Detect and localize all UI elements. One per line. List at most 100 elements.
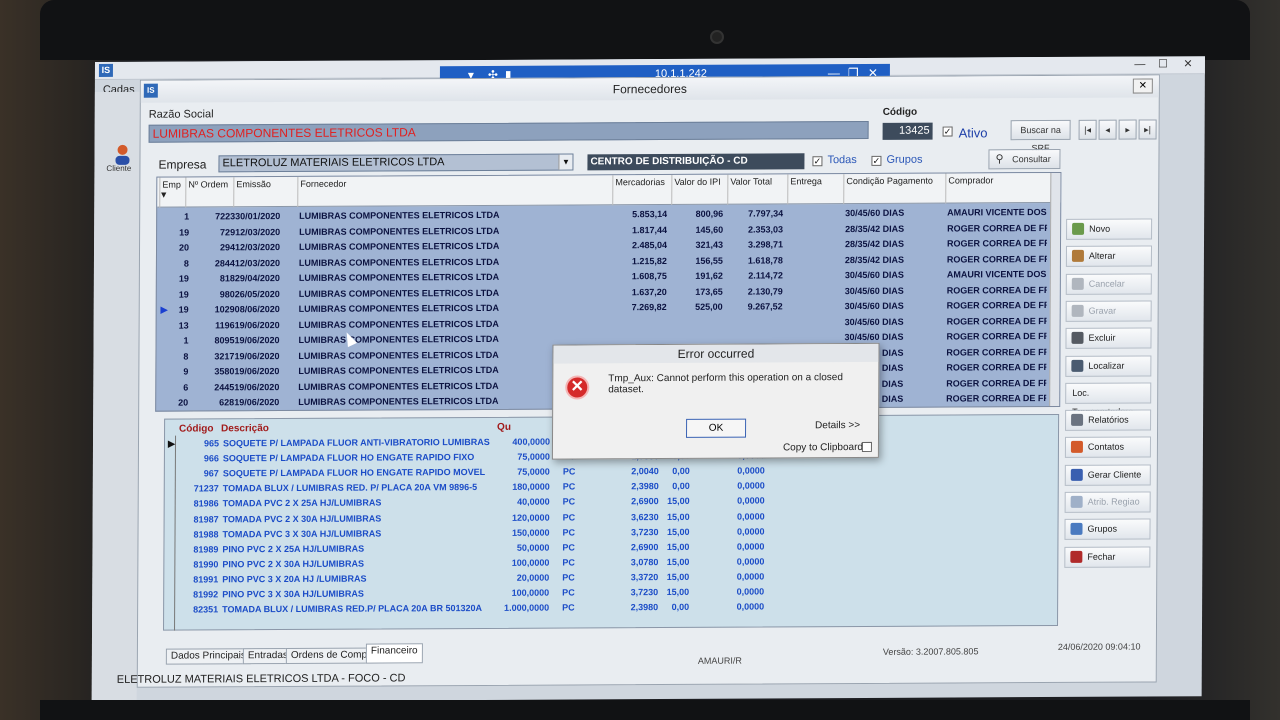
item-qtd: 50,0000	[516, 542, 550, 553]
check-icon	[1070, 495, 1083, 508]
side-button-excluir[interactable]: Excluir	[1065, 327, 1152, 350]
cell-fornecedor: LUMIBRAS COMPONENTES ELETRICOS LTDA	[298, 302, 500, 314]
next-record-icon[interactable]: ▸	[1118, 119, 1137, 140]
cell-merc: 1.817,44	[632, 224, 668, 235]
detail-header-cell[interactable]: Descrição	[221, 423, 269, 434]
cell-cond: 30/45/60 DIAS	[844, 285, 904, 296]
form-titlebar: IS Fornecedores ✕	[140, 75, 1159, 103]
grid-header-cell[interactable]: Emissão	[236, 179, 271, 189]
chevron-down-icon[interactable]: ▼	[558, 154, 573, 170]
photo-background: IS — ☐ ✕ ▾ ✣ ▮ 10.1.1.242 — ❐ ✕ Cadas Cl…	[0, 0, 1280, 720]
empresa-select[interactable]: ELETROLUZ MATERIAIS ELETRICOS LTDA ▼	[218, 153, 574, 173]
cell-ordem: 1029	[214, 304, 235, 315]
grid-header-cell[interactable]: Mercadorias	[615, 177, 665, 187]
tab-financeiro[interactable]: Financeiro	[365, 643, 423, 664]
list-item[interactable]: 82351 TOMADA BLUX / LUMIBRAS RED.P/ PLACA…	[164, 600, 764, 618]
cell-comprador: ROGER CORREA DE FREI	[946, 315, 1047, 327]
contacts-icon	[1070, 441, 1083, 454]
consultar-button[interactable]: ⚲ Consultar	[988, 148, 1061, 170]
minimize-icon[interactable]: —	[1130, 57, 1150, 72]
side-button-localizar[interactable]: Localizar	[1065, 354, 1152, 377]
grid-header-cell[interactable]: Nº Ordem	[188, 179, 228, 189]
filter-arrow-icon[interactable]: ▼	[159, 190, 168, 200]
side-button-label: Alterar	[1088, 250, 1116, 262]
item-qtd: 120,0000	[512, 512, 550, 523]
side-button-gerar-cliente[interactable]: Gerar Cliente	[1064, 464, 1151, 486]
column-separator	[945, 173, 947, 204]
cell-emp: 1	[183, 335, 189, 346]
close-icon[interactable]: ✕	[1178, 57, 1198, 72]
ativo-checkbox[interactable]: ✓	[942, 126, 953, 137]
cell-emp: 20	[178, 397, 189, 408]
cell-cond: 30/45/60 DIAS	[844, 269, 904, 281]
grid-header-cell[interactable]: Entrega	[790, 176, 822, 186]
ok-button[interactable]: OK	[686, 418, 747, 438]
grid-header-cell[interactable]: Valor do IPI	[674, 177, 720, 187]
razao-social-field[interactable]: LUMIBRAS COMPONENTES ELETRICOS LTDA	[148, 120, 869, 143]
cell-emp: 9	[183, 366, 189, 377]
form-close-button[interactable]: ✕	[1132, 78, 1153, 94]
item-qtd: 75,0000	[517, 466, 550, 477]
cell-emissao: 29/04/2020	[234, 273, 280, 284]
detail-header-cell[interactable]: Qu	[497, 422, 511, 433]
cliente-icon[interactable]	[112, 144, 132, 166]
grupos-checkbox[interactable]: ✓	[871, 155, 882, 166]
side-button-atrib-regiao[interactable]: Atrib. Regiao	[1064, 491, 1151, 513]
screen: IS — ☐ ✕ ▾ ✣ ▮ 10.1.1.242 — ❐ ✕ Cadas Cl…	[91, 56, 1205, 703]
prev-record-icon[interactable]: ◂	[1098, 119, 1117, 140]
cell-cond: 28/35/42 DIAS	[844, 254, 905, 265]
item-desc: TOMADA BLUX / LUMIBRAS RED. P/ PLACA 20A…	[222, 482, 478, 494]
cell-emp: 20	[178, 242, 190, 253]
centro-field[interactable]: CENTRO DE DISTRIBUIÇÃO - CD	[587, 153, 805, 171]
column-separator	[727, 174, 729, 205]
tab-dados-principais[interactable]: Dados Principais	[165, 648, 251, 665]
cell-merc: 1.637,20	[631, 286, 667, 297]
item-qtd: 40,0000	[517, 497, 550, 508]
todas-checkbox[interactable]: ✓	[812, 156, 823, 167]
detail-header-cell[interactable]: Código	[179, 423, 213, 434]
last-record-icon[interactable]: ▸|	[1138, 119, 1157, 140]
side-button-loc-transportadora[interactable]: Loc. Transportadora	[1065, 382, 1152, 417]
grid-header-cell[interactable]: Emp	[162, 180, 181, 190]
cell-cond: 30/45/60 DIAS	[844, 316, 904, 327]
item-qtd: 100,0000	[511, 587, 550, 598]
codigo-field[interactable]: 13425	[882, 122, 933, 140]
item-desc: TOMADA PVC 3 X 30A HJ/LUMIBRAS	[222, 528, 382, 539]
copy-clipboard-checkbox[interactable]	[861, 441, 872, 452]
grid-scrollbar[interactable]	[1049, 172, 1061, 407]
side-button-contatos[interactable]: Contatos	[1064, 436, 1151, 459]
side-button-gravar[interactable]: Gravar	[1065, 300, 1152, 322]
side-button-grupos[interactable]: Grupos	[1064, 518, 1151, 541]
side-button-novo[interactable]: Novo	[1066, 218, 1153, 240]
side-button-fechar[interactable]: Fechar	[1064, 546, 1151, 568]
cell-cond: 30/45/60 DIAS	[845, 207, 905, 219]
cell-comprador: ROGER CORREA DE FREI	[946, 377, 1047, 389]
grid-header-cell[interactable]: Valor Total	[730, 176, 772, 186]
cell-comprador: ROGER CORREA DE FREI	[946, 393, 1047, 404]
item-v3: 0,0000	[736, 601, 765, 612]
item-desc: TOMADA PVC 2 X 25A HJ/LUMIBRAS	[222, 497, 382, 509]
item-v2: 0,00	[671, 601, 690, 613]
item-v1: 2,3980	[631, 481, 659, 492]
details-button[interactable]: Details >>	[815, 420, 860, 431]
cell-ordem: 7223	[215, 211, 236, 222]
edit-icon	[1071, 250, 1084, 263]
item-v2: 15,00	[666, 571, 690, 582]
grid-header-cell[interactable]: Comprador	[948, 175, 993, 185]
side-button-relat-rios[interactable]: Relatórios	[1065, 409, 1152, 432]
cell-fornecedor: LUMIBRAS COMPONENTES ELETRICOS LTDA	[298, 271, 500, 283]
item-qtd: 75,0000	[517, 451, 550, 462]
side-button-label: Novo	[1089, 223, 1111, 234]
cell-ordem: 818	[219, 273, 235, 284]
grid-header-cell[interactable]: Condição Pagamento	[846, 176, 933, 186]
buscar-srf-button[interactable]: Buscar na SRF	[1010, 119, 1071, 153]
item-v1: 2,3980	[630, 602, 659, 613]
grid-header-cell[interactable]: Fornecedor	[300, 179, 346, 189]
first-record-icon[interactable]: |◂	[1078, 119, 1097, 140]
maximize-icon[interactable]: ☐	[1153, 57, 1173, 72]
side-button-alterar[interactable]: Alterar	[1065, 245, 1152, 268]
side-button-cancelar[interactable]: Cancelar	[1065, 273, 1152, 295]
cell-comprador: ROGER CORREA DE FREI	[946, 300, 1047, 311]
dialog-title: Error occurred	[553, 343, 879, 364]
todas-label: Todas	[827, 154, 857, 167]
